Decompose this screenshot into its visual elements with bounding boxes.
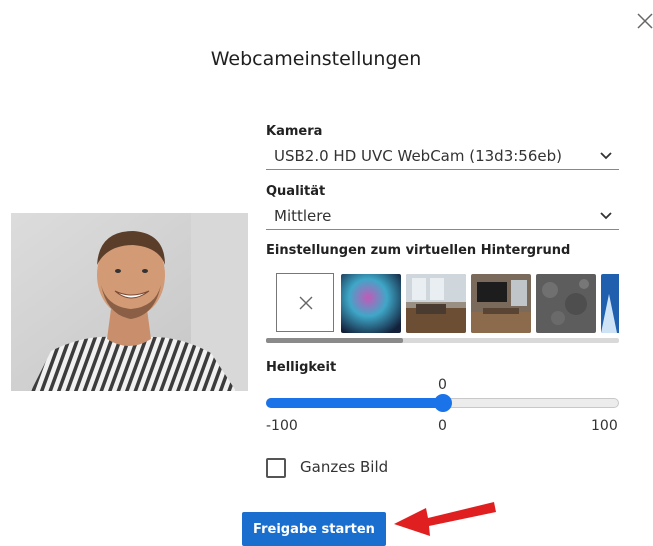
quality-select[interactable]: Mittlere (266, 205, 619, 230)
brightness-mid-label: 0 (438, 418, 447, 434)
brightness-slider-fill (266, 398, 443, 408)
brightness-slider-handle[interactable] (433, 394, 452, 412)
camera-selected-value: USB2.0 HD UVC WebCam (13d3:56eb) (274, 147, 562, 165)
chevron-down-icon (600, 212, 612, 220)
background-option-gray-texture[interactable] (536, 274, 596, 333)
quality-selected-value: Mittlere (274, 207, 332, 225)
red-arrow-icon (394, 502, 496, 536)
camera-select[interactable]: USB2.0 HD UVC WebCam (13d3:56eb) (266, 145, 619, 170)
dialog-title: Webcameinstellungen (210, 48, 422, 70)
background-option-abstract-glow[interactable] (341, 274, 401, 333)
brightness-label: Helligkeit (266, 360, 337, 375)
quality-label: Qualität (266, 184, 326, 199)
close-icon (637, 13, 653, 29)
brightness-min-label: -100 (266, 418, 298, 434)
background-option-meeting-room[interactable] (471, 274, 531, 333)
brightness-value: 0 (438, 377, 447, 393)
webcam-preview (11, 213, 248, 391)
close-icon (299, 296, 313, 310)
background-option-blue-scene[interactable] (601, 274, 619, 333)
brightness-max-label: 100 (591, 418, 618, 434)
no-background-option[interactable] (276, 273, 334, 332)
chevron-down-icon (600, 152, 612, 160)
full-image-checkbox[interactable] (266, 458, 286, 478)
virtual-background-label: Einstellungen zum virtuellen Hintergrund (266, 243, 571, 258)
background-scrollbar-thumb[interactable] (266, 338, 403, 343)
close-button[interactable] (636, 12, 653, 30)
background-option-living-room[interactable] (406, 274, 466, 333)
start-sharing-button[interactable]: Freigabe starten (242, 512, 386, 546)
camera-label: Kamera (266, 124, 323, 139)
background-scrollbar[interactable] (266, 338, 619, 343)
full-image-label: Ganzes Bild (300, 458, 389, 476)
virtual-background-list (276, 273, 619, 334)
